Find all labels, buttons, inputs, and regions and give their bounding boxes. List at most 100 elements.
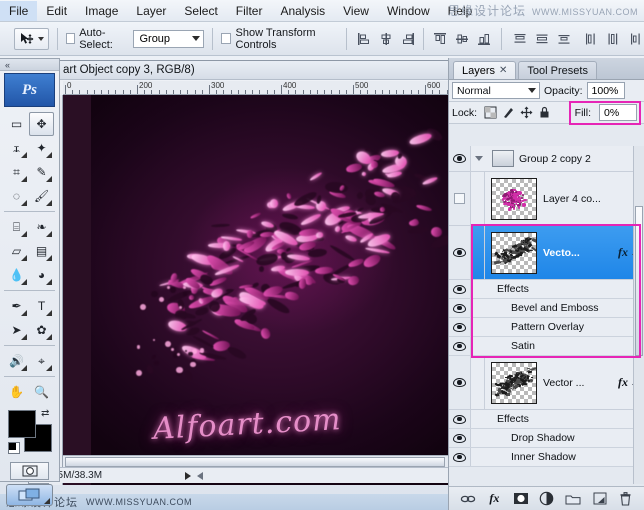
layer-visibility-toggle[interactable] (449, 356, 471, 409)
screen-mode-icon[interactable] (6, 484, 53, 506)
tool-flyout-icon[interactable] (21, 334, 27, 340)
effect-visibility-toggle[interactable] (449, 337, 471, 355)
effects-visibility-toggle[interactable] (449, 410, 471, 428)
tool-flyout-icon[interactable] (46, 310, 52, 316)
blur-tool-icon[interactable]: 💧 (4, 263, 29, 287)
layer-link-cell[interactable] (471, 356, 485, 409)
show-transform-controls-checkbox[interactable] (221, 33, 230, 44)
delete-layer-icon[interactable] (617, 490, 634, 507)
lock-all-icon[interactable] (538, 106, 551, 119)
blend-mode-dropdown[interactable]: Normal (452, 82, 540, 99)
group-expand-chevron-icon[interactable] (471, 156, 487, 161)
layer-row[interactable]: Layer 4 co... (449, 172, 644, 226)
align-bottom-edges-icon[interactable] (474, 29, 493, 48)
color-sampler-tool-icon[interactable]: ⌖ (29, 349, 54, 373)
tab-tool-presets[interactable]: Tool Presets (518, 61, 597, 79)
new-fill-adjustment-layer-icon[interactable] (538, 490, 555, 507)
align-vertical-centers-icon[interactable] (452, 29, 471, 48)
distribute-horizontal-centers-icon[interactable] (603, 29, 622, 48)
layer-row[interactable]: Group 2 copy 2 (449, 146, 644, 172)
type-tool-icon[interactable]: T (29, 294, 54, 318)
history-brush-tool-icon[interactable]: ❧ (29, 215, 54, 239)
menu-item-layer[interactable]: Layer (127, 1, 175, 21)
magic-wand-tool-icon[interactable]: ✦ (29, 136, 54, 160)
tool-flyout-icon[interactable] (46, 176, 52, 182)
effects-group-row[interactable]: Effects (449, 280, 644, 299)
tool-flyout-icon[interactable] (21, 231, 27, 237)
default-colors-icon[interactable] (8, 442, 20, 454)
menu-item-filter[interactable]: Filter (227, 1, 272, 21)
lock-transparent-pixels-icon[interactable] (484, 106, 497, 119)
layer-style-fx-icon[interactable]: fx (486, 490, 503, 507)
lock-position-icon[interactable] (520, 106, 533, 119)
eraser-tool-icon[interactable]: ▱ (4, 239, 29, 263)
effect-visibility-toggle[interactable] (449, 318, 471, 336)
distribute-vertical-centers-icon[interactable] (532, 29, 551, 48)
tool-flyout-icon[interactable] (46, 231, 52, 237)
hand-tool-icon[interactable]: ✋ (4, 380, 29, 404)
tool-flyout-icon[interactable] (46, 200, 52, 206)
foreground-color-swatch[interactable] (8, 410, 36, 438)
notes-tool-icon[interactable]: 🔊 (4, 349, 29, 373)
canvas-h-scroll-thumb[interactable] (65, 457, 445, 467)
swap-colors-icon[interactable]: ⇄ (41, 408, 49, 419)
add-layer-mask-icon[interactable] (512, 490, 529, 507)
tool-flyout-icon[interactable] (46, 365, 52, 371)
layer-link-cell[interactable] (471, 172, 485, 225)
layer-row-selected[interactable]: Vecto...fx (449, 226, 644, 280)
path-selection-tool-icon[interactable]: ➤ (4, 318, 29, 342)
new-group-icon[interactable] (565, 490, 582, 507)
effect-visibility-toggle[interactable] (449, 429, 471, 447)
tool-flyout-icon[interactable] (46, 152, 52, 158)
layer-effects-fx-icon[interactable]: fx (618, 245, 628, 260)
tool-flyout-icon[interactable] (46, 334, 52, 340)
tool-flyout-icon[interactable] (21, 365, 27, 371)
distribute-top-edges-icon[interactable] (510, 29, 529, 48)
layer-visibility-toggle[interactable] (449, 226, 471, 279)
layer-thumbnail[interactable] (491, 232, 537, 274)
tool-flyout-icon[interactable] (21, 310, 27, 316)
current-tool-button[interactable] (14, 28, 49, 50)
align-right-edges-icon[interactable] (398, 29, 417, 48)
dodge-tool-icon[interactable]: ◕ (29, 263, 54, 287)
tool-flyout-icon[interactable] (21, 279, 27, 285)
marquee-tool-icon[interactable]: ▭ (4, 112, 29, 136)
gradient-tool-icon[interactable]: ▤ (29, 239, 54, 263)
layer-thumbnail[interactable] (491, 362, 537, 404)
distribute-left-edges-icon[interactable] (581, 29, 600, 48)
distribute-bottom-edges-icon[interactable] (554, 29, 573, 48)
pen-tool-icon[interactable]: ✒ (4, 294, 29, 318)
lasso-tool-icon[interactable]: 🜴 (4, 136, 29, 160)
tab-layers[interactable]: Layers ✕ (453, 61, 516, 79)
effect-visibility-toggle[interactable] (449, 299, 471, 317)
effects-visibility-toggle[interactable] (449, 280, 471, 298)
zoom-tool-icon[interactable]: 🔍 (29, 380, 54, 404)
menu-item-window[interactable]: Window (378, 1, 439, 21)
status-play-icon[interactable] (185, 472, 191, 480)
fill-input[interactable]: 0% (599, 104, 637, 121)
layer-visibility-toggle[interactable] (449, 146, 471, 171)
layers-panel-scrollbar[interactable] (633, 146, 644, 484)
tool-flyout-icon[interactable] (46, 255, 52, 261)
tool-flyout-icon[interactable] (46, 279, 52, 285)
effects-group-row[interactable]: Effects (449, 410, 644, 429)
link-layers-icon[interactable] (460, 490, 477, 507)
clone-stamp-tool-icon[interactable]: ⌸ (4, 215, 29, 239)
layer-thumbnail[interactable] (491, 178, 537, 220)
quick-mask-mode-icon[interactable] (10, 462, 49, 480)
healing-brush-tool-icon[interactable]: ◌ (4, 184, 29, 208)
status-prev-icon[interactable] (197, 472, 203, 480)
tool-flyout-icon[interactable] (21, 152, 27, 158)
layer-link-cell[interactable] (471, 226, 485, 279)
align-left-edges-icon[interactable] (354, 29, 373, 48)
effect-row[interactable]: Satin (449, 337, 644, 356)
menu-item-image[interactable]: Image (76, 1, 127, 21)
menu-item-analysis[interactable]: Analysis (271, 1, 334, 21)
layer-row[interactable]: Vector ...fx (449, 356, 644, 410)
menu-item-file[interactable]: File (0, 1, 37, 21)
distribute-right-edges-icon[interactable] (625, 29, 644, 48)
custom-shape-tool-icon[interactable]: ✿ (29, 318, 54, 342)
tool-flyout-icon[interactable] (21, 200, 27, 206)
opacity-input[interactable]: 100% (587, 82, 625, 99)
tool-flyout-icon[interactable] (21, 255, 27, 261)
